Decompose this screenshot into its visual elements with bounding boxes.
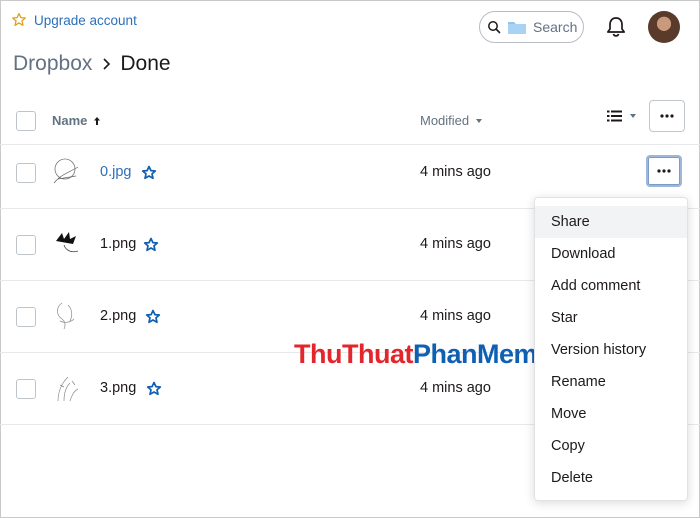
menu-item-delete[interactable]: Delete [535, 462, 687, 494]
breadcrumb-current: Done [120, 52, 171, 75]
file-modified: 4 mins ago [420, 164, 491, 180]
menu-item-move[interactable]: Move [535, 398, 687, 430]
file-thumbnail [56, 232, 79, 253]
header-more-button[interactable] [649, 100, 685, 132]
upgrade-account-label: Upgrade account [34, 12, 137, 28]
star-icon[interactable] [143, 237, 159, 253]
upgrade-account-link[interactable]: Upgrade account [11, 12, 137, 28]
file-name[interactable]: 2.png [100, 308, 136, 324]
star-icon[interactable] [141, 165, 157, 181]
search-box[interactable]: Search [479, 11, 584, 43]
menu-item-version-history[interactable]: Version history [535, 334, 687, 366]
more-icon [657, 169, 671, 173]
row-checkbox[interactable] [16, 235, 36, 255]
star-icon[interactable] [145, 309, 161, 325]
menu-item-star[interactable]: Star [535, 302, 687, 334]
caret-down-icon [630, 114, 636, 118]
search-placeholder: Search [533, 19, 578, 35]
column-name-header[interactable]: Name [52, 113, 101, 128]
list-view-icon [607, 110, 622, 122]
search-icon [488, 21, 501, 34]
breadcrumb: Dropbox Done [13, 52, 171, 76]
menu-item-download[interactable]: Download [535, 238, 687, 270]
star-icon[interactable] [146, 381, 162, 397]
file-thumbnail [53, 158, 79, 184]
row-more-button[interactable] [646, 155, 682, 187]
breadcrumb-root[interactable]: Dropbox [13, 52, 92, 76]
file-modified: 4 mins ago [420, 236, 491, 252]
context-menu: Share Download Add comment Star Version … [534, 197, 688, 501]
menu-item-copy[interactable]: Copy [535, 430, 687, 462]
select-all-checkbox[interactable] [16, 111, 36, 131]
view-toggle-button[interactable] [607, 110, 637, 122]
row-checkbox[interactable] [16, 379, 36, 399]
menu-item-share[interactable]: Share [535, 206, 687, 238]
column-modified-header[interactable]: Modified [420, 113, 483, 128]
file-name[interactable]: 0.jpg [100, 164, 131, 180]
file-name[interactable]: 1.png [100, 236, 136, 252]
column-modified-label: Modified [420, 113, 470, 128]
row-checkbox[interactable] [16, 307, 36, 327]
file-thumbnail [57, 376, 79, 402]
avatar[interactable] [648, 11, 680, 43]
file-name[interactable]: 3.png [100, 380, 136, 396]
file-modified: 4 mins ago [420, 308, 491, 324]
chevron-right-icon [103, 58, 111, 70]
star-outline-icon [12, 12, 26, 26]
column-name-label: Name [52, 113, 88, 128]
file-thumbnail [57, 302, 75, 330]
folder-icon [508, 22, 526, 34]
row-checkbox[interactable] [16, 163, 36, 183]
file-modified: 4 mins ago [420, 380, 491, 396]
menu-item-add-comment[interactable]: Add comment [535, 270, 687, 302]
more-icon [660, 114, 674, 118]
bell-icon[interactable] [603, 14, 629, 40]
sort-up-icon [94, 116, 101, 125]
caret-down-icon [476, 118, 483, 123]
menu-item-rename[interactable]: Rename [535, 366, 687, 398]
